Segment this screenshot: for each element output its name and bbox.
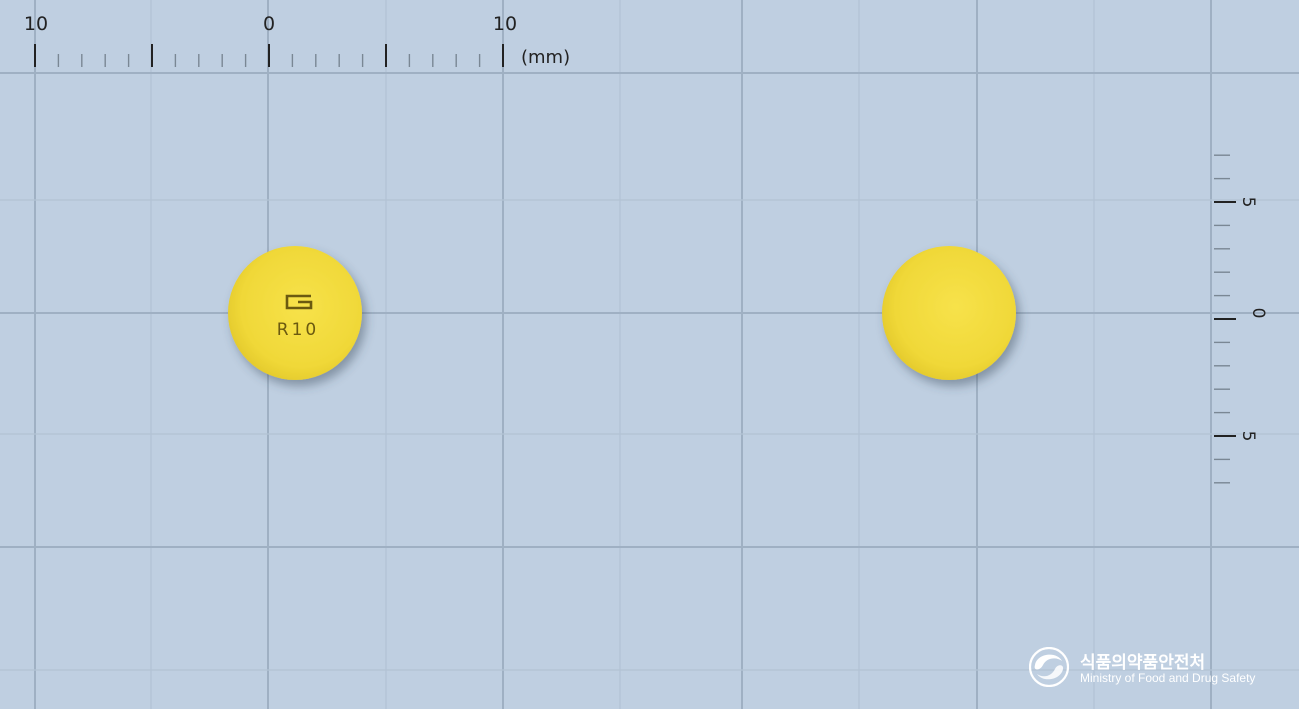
- right-ruler-label-zero: 0: [1248, 308, 1268, 319]
- top-ruler: 10 0 10 (mm): [24, 13, 570, 68]
- org-name-english: Ministry of Food and Drug Safety: [1080, 671, 1256, 685]
- tablet-front: R10: [228, 246, 362, 380]
- mfds-logo-icon: [1029, 647, 1069, 687]
- tablet-back: [882, 246, 1016, 380]
- top-ruler-ticks: [34, 44, 504, 67]
- photo-canvas: 10 0 10 (mm) 5 0 5 R10: [0, 0, 1299, 709]
- top-ruler-label-right: 10: [493, 13, 517, 35]
- top-ruler-label-zero: 0: [263, 13, 275, 35]
- right-ruler-label-top: 5: [1238, 197, 1258, 208]
- grid: [0, 0, 1299, 709]
- top-ruler-label-left: 10: [24, 13, 48, 35]
- right-ruler-label-bottom: 5: [1238, 431, 1258, 442]
- org-name-korean: 식품의약품안전처: [1080, 653, 1206, 673]
- mfds-watermark: 식품의약품안전처 Ministry of Food and Drug Safet…: [1029, 647, 1279, 691]
- tablet-imprint-text: R10: [277, 320, 319, 340]
- top-ruler-unit: (mm): [521, 47, 570, 68]
